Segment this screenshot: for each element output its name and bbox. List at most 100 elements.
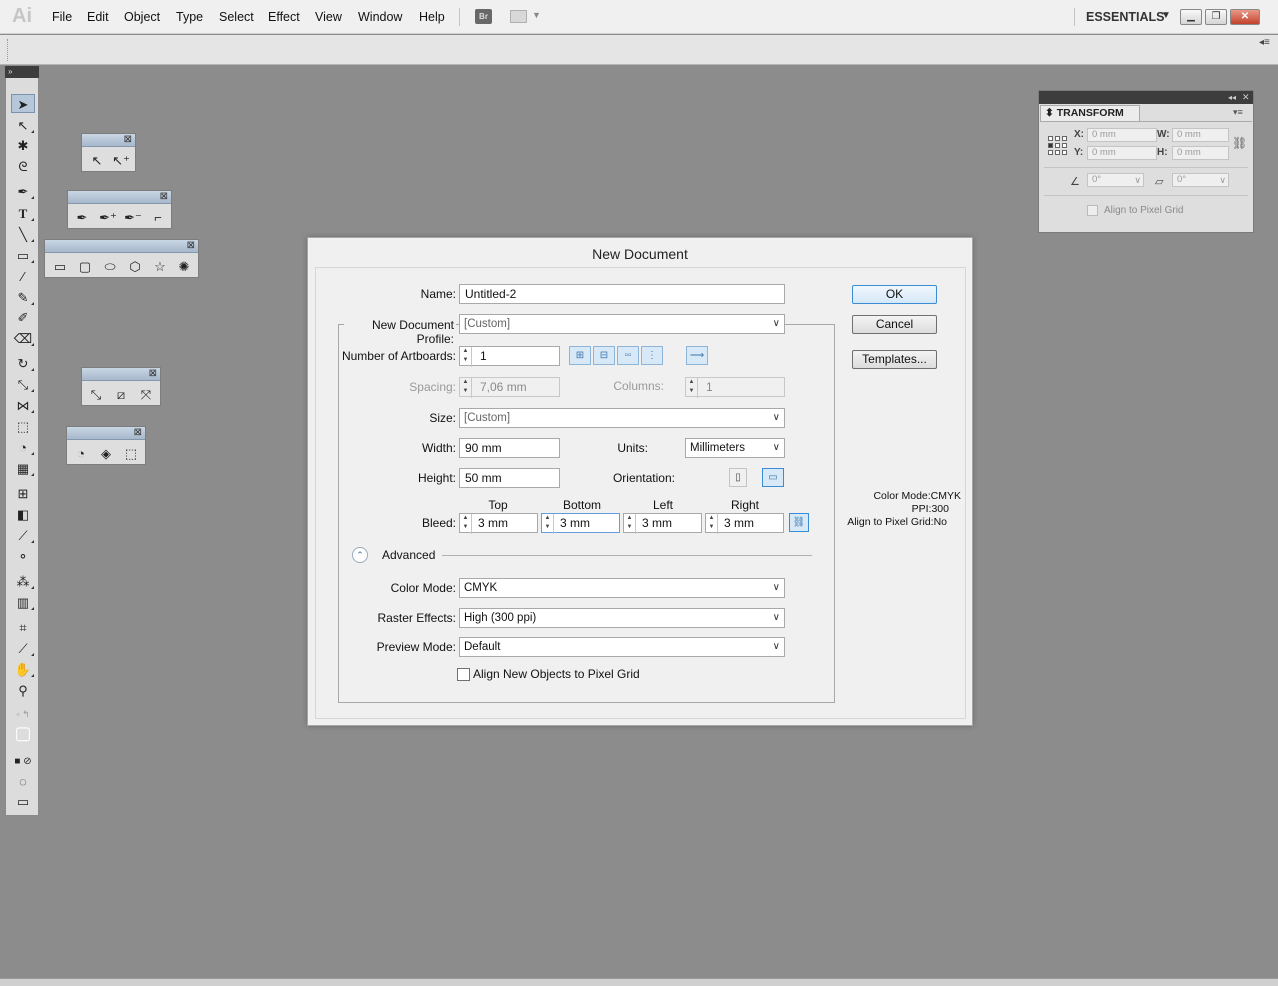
gradient-tool-icon[interactable]: ◧ xyxy=(11,505,35,524)
slice-tool-icon[interactable]: ⟋ xyxy=(11,639,35,658)
menu-select[interactable]: Select xyxy=(219,10,254,24)
workspace-switcher[interactable]: ESSENTIALS xyxy=(1086,10,1165,24)
type-tool-icon[interactable]: T xyxy=(11,204,35,223)
bleed-bottom-field[interactable]: ▲ ▼ 3 mm xyxy=(541,513,620,534)
width-tool-icon[interactable]: ⋈ xyxy=(11,396,35,415)
templates-button[interactable]: Templates... xyxy=(852,350,937,369)
group-selection-tool-icon[interactable]: ↖⁺ xyxy=(111,152,131,170)
close-icon[interactable]: ⊠ xyxy=(149,368,157,380)
landscape-orientation-icon[interactable]: ▭ xyxy=(762,468,784,487)
flare-tool-icon[interactable]: ✺ xyxy=(174,258,194,276)
scale-tool-icon[interactable]: ⤡ xyxy=(86,386,106,404)
mesh-tool-icon[interactable]: ⊞ xyxy=(11,484,35,503)
shape-builder-tool-icon[interactable]: ◔ xyxy=(11,438,35,457)
pencil-tool-icon[interactable]: ✎ xyxy=(11,288,35,307)
height-field[interactable]: 0 mm xyxy=(1172,146,1229,160)
drawing-mode-icon[interactable]: ◌ xyxy=(11,772,35,791)
name-field[interactable]: Untitled-2 xyxy=(459,284,785,304)
menu-view[interactable]: View xyxy=(315,10,342,24)
color-mode-dropdown[interactable]: CMYK ∨ xyxy=(459,578,785,598)
cancel-button[interactable]: Cancel xyxy=(852,315,937,334)
spinner-icon[interactable]: ▲ ▼ xyxy=(460,347,472,367)
shape-builder-tool-icon[interactable]: ◔ xyxy=(71,445,91,463)
eraser-tool-icon[interactable]: ⌫ xyxy=(11,329,35,348)
bleed-left-field[interactable]: ▲ ▼ 3 mm xyxy=(623,513,702,534)
zoom-tool-icon[interactable]: ⚲ xyxy=(11,681,35,700)
rounded-rectangle-tool-icon[interactable]: ▢ xyxy=(75,258,95,276)
arrange-by-row-icon[interactable]: ▫▫ xyxy=(617,346,639,365)
pen-tool-icon[interactable]: ✒ xyxy=(72,209,92,227)
tab-transform[interactable]: ⬍ TRANSFORM xyxy=(1040,105,1140,121)
ellipse-tool-icon[interactable]: ⬭ xyxy=(100,258,120,276)
perspective-grid-tool-icon[interactable]: ▦ xyxy=(11,459,35,478)
free-transform-tool-icon[interactable]: ⬚ xyxy=(11,417,35,436)
direct-selection-tool-icon[interactable]: ↖ xyxy=(87,152,107,170)
panel-topbar[interactable]: ◂◂ ✕ xyxy=(1039,91,1253,104)
artboards-field[interactable]: ▲ ▼ 1 xyxy=(459,346,560,367)
reshape-tool-icon[interactable]: ⤧ xyxy=(136,386,156,404)
spinner-icon[interactable]: ▲ ▼ xyxy=(706,514,718,534)
live-paint-bucket-tool-icon[interactable]: ◈ xyxy=(96,445,116,463)
reference-point-icon[interactable] xyxy=(1048,136,1068,156)
paintbrush-tool-icon[interactable]: ⁄ xyxy=(11,267,35,286)
blend-tool-icon[interactable]: ⚬ xyxy=(11,547,35,566)
lasso-tool-icon[interactable]: ᘓ xyxy=(11,157,35,176)
units-dropdown[interactable]: Millimeters ∨ xyxy=(685,438,785,458)
rotate-tool-icon[interactable]: ↻ xyxy=(11,354,35,373)
delete-anchor-point-tool-icon[interactable]: ✒⁻ xyxy=(123,209,143,227)
menu-object[interactable]: Object xyxy=(124,10,160,24)
line-tool-icon[interactable]: ╲ xyxy=(11,225,35,244)
chevron-down-icon[interactable]: ∨ xyxy=(1219,174,1226,186)
color-mode-buttons-icon[interactable]: ■ ⊘ xyxy=(11,752,35,771)
fill-stroke-swatch-icon[interactable]: ▢ xyxy=(11,724,35,748)
chevron-down-icon[interactable]: ∨ xyxy=(1134,174,1141,186)
menu-window[interactable]: Window xyxy=(358,10,402,24)
spinner-icon[interactable]: ▲ ▼ xyxy=(542,514,554,534)
add-anchor-point-tool-icon[interactable]: ✒⁺ xyxy=(98,209,118,227)
layout-direction-icon[interactable]: ⟶ xyxy=(686,346,708,365)
rectangle-tool-icon[interactable]: ▭ xyxy=(50,258,70,276)
width-field[interactable]: 90 mm xyxy=(459,438,560,458)
panel-header[interactable]: ⊠ xyxy=(45,240,198,253)
size-dropdown[interactable]: [Custom] ∨ xyxy=(459,408,785,428)
grid-by-column-icon[interactable]: ⊟ xyxy=(593,346,615,365)
rectangle-tool-icon[interactable]: ▭ xyxy=(11,246,35,265)
width-field[interactable]: 0 mm xyxy=(1172,128,1229,142)
grip-handle[interactable] xyxy=(7,39,9,61)
align-pixel-grid-label[interactable]: Align New Objects to Pixel Grid xyxy=(473,667,640,681)
symbol-sprayer-tool-icon[interactable]: ⁂ xyxy=(11,572,35,591)
close-icon[interactable]: ⊠ xyxy=(134,427,142,439)
ok-button[interactable]: OK xyxy=(852,285,937,304)
menu-type[interactable]: Type xyxy=(176,10,203,24)
height-field[interactable]: 50 mm xyxy=(459,468,560,488)
screen-mode-icon[interactable]: ▭ xyxy=(11,792,35,811)
restore-button[interactable]: ❐ xyxy=(1205,9,1227,25)
default-colors-icon[interactable]: ▫ ↰ xyxy=(11,705,35,724)
menu-help[interactable]: Help xyxy=(419,10,445,24)
columns-field[interactable]: ▲ ▼ 1 xyxy=(685,377,785,398)
panel-header[interactable]: ⊠ xyxy=(82,134,135,147)
close-icon[interactable]: ⊠ xyxy=(187,240,195,252)
bleed-right-field[interactable]: ▲ ▼ 3 mm xyxy=(705,513,784,534)
spinner-icon[interactable]: ▲ ▼ xyxy=(460,378,472,398)
shear-tool-icon[interactable]: ⧄ xyxy=(111,386,131,404)
panel-menu-icon[interactable]: ▾≡ xyxy=(1233,107,1243,118)
spacing-field[interactable]: ▲ ▼ 7,06 mm xyxy=(459,377,560,398)
spinner-icon[interactable]: ▲ ▼ xyxy=(686,378,698,398)
star-tool-icon[interactable]: ☆ xyxy=(150,258,170,276)
arrange-by-column-icon[interactable]: ⋮ xyxy=(641,346,663,365)
grid-by-row-icon[interactable]: ⊞ xyxy=(569,346,591,365)
chevron-down-icon[interactable]: ▼ xyxy=(1161,10,1171,21)
pen-tool-icon[interactable]: ✒ xyxy=(11,182,35,201)
spinner-icon[interactable]: ▲ ▼ xyxy=(460,514,472,534)
toolbox-collapse-icon[interactable]: » xyxy=(5,66,39,78)
menu-file[interactable]: File xyxy=(52,10,72,24)
convert-anchor-point-tool-icon[interactable]: ⌐ xyxy=(148,209,168,227)
bridge-button[interactable]: Br xyxy=(475,9,492,24)
blob-brush-tool-icon[interactable]: ✐ xyxy=(11,308,35,327)
rotate-field[interactable]: 0° ∨ xyxy=(1087,173,1144,187)
close-icon[interactable]: ⊠ xyxy=(124,134,132,146)
polygon-tool-icon[interactable]: ⬡ xyxy=(125,258,145,276)
align-pixel-grid-checkbox[interactable] xyxy=(1087,205,1098,216)
panel-header[interactable]: ⊠ xyxy=(82,368,160,381)
